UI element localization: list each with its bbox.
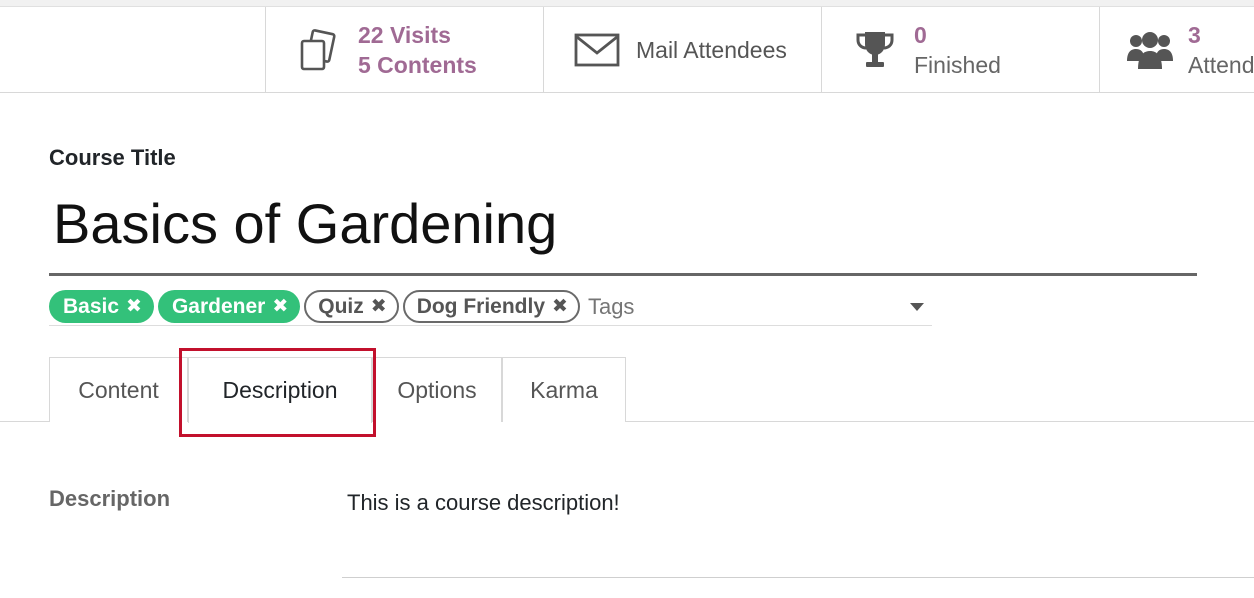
- visits-count: 22 Visits: [358, 21, 451, 48]
- tag-dog-friendly[interactable]: Dog Friendly ✖: [402, 290, 580, 323]
- description-label: Description: [49, 486, 171, 511]
- tag-label: Dog Friendly: [416, 294, 546, 318]
- attendees-stat-button[interactable]: 3 Attendees: [1099, 7, 1254, 92]
- tab-description[interactable]: Description: [188, 357, 372, 423]
- mail-attendees-button[interactable]: Mail Attendees: [543, 7, 821, 92]
- attendees-count: 3: [1188, 21, 1201, 48]
- course-title-input[interactable]: Basics of Gardening: [49, 186, 1197, 276]
- trophy-icon: [850, 25, 900, 75]
- tag-label: Quiz: [318, 294, 364, 318]
- tags-field[interactable]: Basic ✖ Gardener ✖ Quiz ✖ Dog Friendly ✖: [49, 288, 932, 326]
- top-border: [0, 0, 1254, 7]
- tag-gardener[interactable]: Gardener ✖: [157, 290, 301, 323]
- remove-tag-icon[interactable]: ✖: [272, 295, 288, 318]
- tag-label: Gardener: [171, 294, 266, 318]
- tag-quiz[interactable]: Quiz ✖: [304, 290, 399, 323]
- tags-input[interactable]: [587, 293, 910, 320]
- description-field[interactable]: This is a course description!: [347, 490, 620, 516]
- contents-count: 5 Contents: [358, 51, 477, 78]
- description-underline: [342, 577, 1254, 578]
- tab-karma[interactable]: Karma: [502, 357, 626, 422]
- finished-label: Finished: [914, 51, 1001, 78]
- remove-tag-icon[interactable]: ✖: [126, 295, 142, 318]
- tag-basic[interactable]: Basic ✖: [49, 290, 154, 323]
- finished-count: 0: [914, 21, 927, 48]
- attendees-label: Attendees: [1188, 51, 1254, 78]
- visits-stat-button[interactable]: 22 Visits 5 Contents: [265, 7, 543, 92]
- smart-buttons-bar: 22 Visits 5 Contents Mail Attendees 0 Fi…: [0, 7, 1254, 93]
- remove-tag-icon[interactable]: ✖: [371, 295, 387, 318]
- remove-tag-icon[interactable]: ✖: [552, 295, 568, 318]
- tag-label: Basic: [63, 294, 120, 318]
- copy-icon: [294, 25, 344, 75]
- envelope-icon: [572, 25, 622, 75]
- users-icon: [1126, 25, 1174, 75]
- tab-content[interactable]: Content: [49, 357, 188, 422]
- course-title-label: Course Title: [49, 145, 176, 170]
- chevron-down-icon[interactable]: [910, 302, 924, 311]
- notebook-tabs: Content Description Options Karma: [0, 357, 1254, 423]
- finished-stat-button[interactable]: 0 Finished: [821, 7, 1099, 92]
- mail-attendees-label: Mail Attendees: [636, 36, 787, 63]
- tab-options[interactable]: Options: [372, 357, 502, 422]
